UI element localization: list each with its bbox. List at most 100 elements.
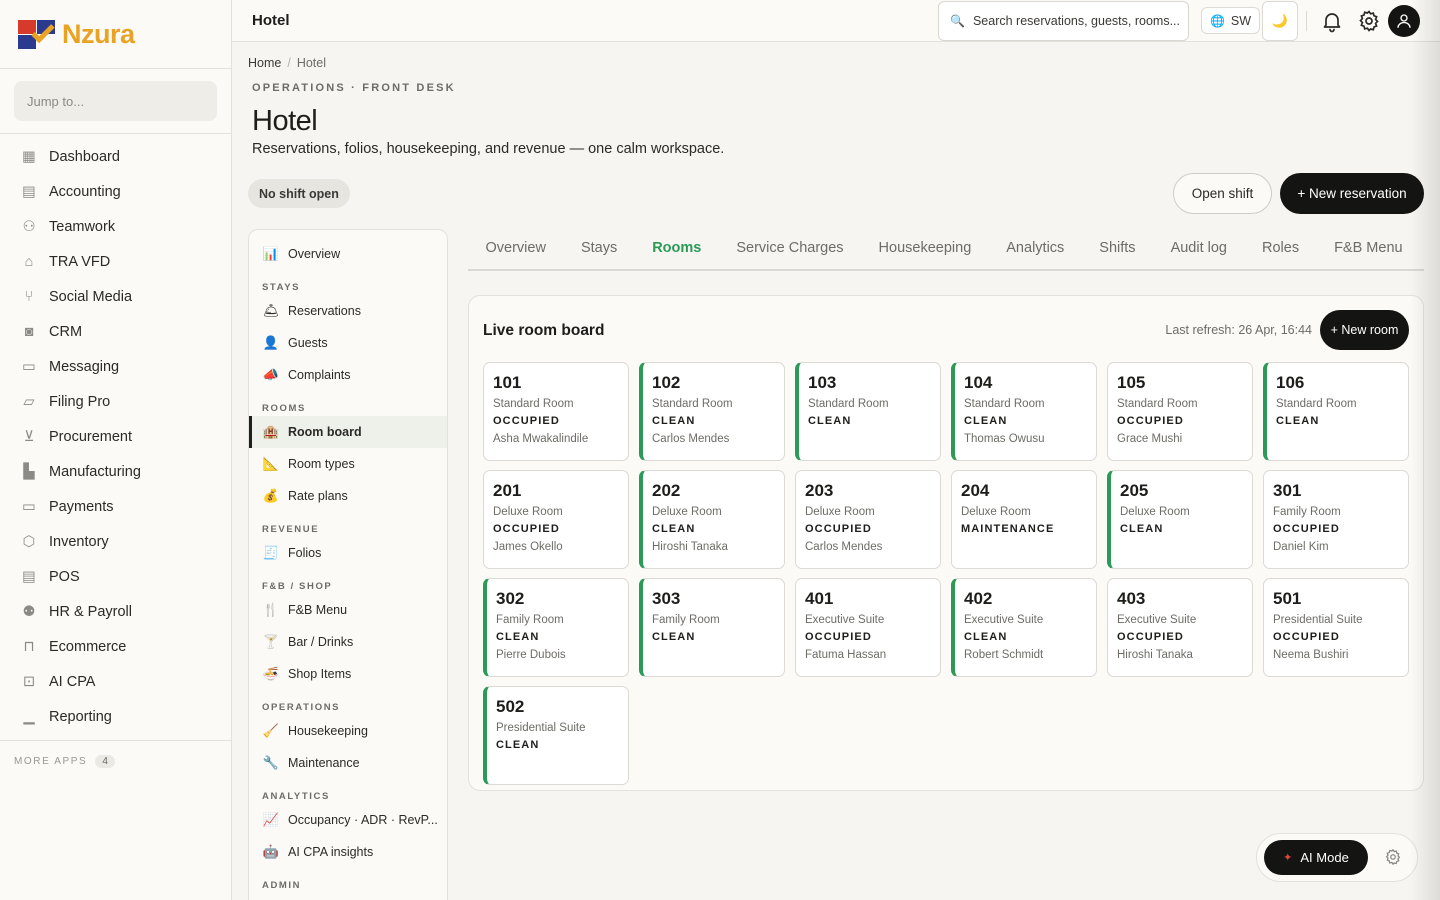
room-card[interactable]: 401 Executive Suite OCCUPIED Fatuma Hassan — [795, 578, 941, 677]
module-nav-label: Reservations — [288, 304, 361, 318]
sidebar-item-label: CRM — [49, 323, 83, 340]
module-nav-item-ai-cpa-insights[interactable]: 🤖 AI CPA insights — [249, 836, 447, 868]
tab-service-charges[interactable]: Service Charges — [719, 229, 861, 269]
room-number: 205 — [1120, 481, 1149, 500]
tab-audit-log[interactable]: Audit log — [1153, 229, 1244, 269]
tab-f-b-menu[interactable]: F&B Menu — [1317, 229, 1421, 269]
moon-icon: 🌙 — [1271, 13, 1289, 28]
sidebar-item-reporting[interactable]: ▁ Reporting — [0, 699, 231, 734]
room-card[interactable]: 106 Standard Room CLEAN — [1263, 362, 1409, 461]
breadcrumb: Home / Hotel — [248, 56, 326, 70]
room-status: OCCUPIED — [805, 631, 872, 643]
new-reservation-button[interactable]: + New reservation — [1280, 173, 1424, 214]
module-nav-item-rate-plans[interactable]: 💰 Rate plans — [249, 480, 447, 512]
tab-rooms[interactable]: Rooms — [635, 229, 719, 269]
bell-icon[interactable] — [1320, 9, 1344, 33]
settings-gear-icon[interactable] — [1357, 9, 1381, 33]
module-nav-item-room-types[interactable]: 📐 Room types — [249, 448, 447, 480]
room-number: 502 — [496, 697, 525, 716]
hotel-module-nav: 📊 Overview STAYS 🛎 Reservations 👤 Guests 📣 Compl… — [248, 229, 448, 900]
theme-toggle-button[interactable]: 🌙 — [1262, 1, 1298, 41]
jump-to-input[interactable]: Jump to... — [14, 81, 217, 121]
global-search-input[interactable]: 🔍 Search reservations, guests, rooms... — [938, 1, 1189, 41]
room-card[interactable]: 104 Standard Room CLEAN Thomas Owusu — [951, 362, 1097, 461]
module-nav-item-occupancy-adr-revp[interactable]: 📈 Occupancy · ADR · RevP... — [249, 804, 447, 836]
more-apps-toggle[interactable]: MORE APPS 4 — [0, 740, 232, 782]
receipt-icon: ▤ — [22, 568, 36, 585]
room-card[interactable]: 402 Executive Suite CLEAN Robert Schmidt — [951, 578, 1097, 677]
room-card[interactable]: 102 Standard Room CLEAN Carlos Mendes — [639, 362, 785, 461]
breadcrumb-current: Hotel — [296, 56, 327, 70]
sidebar-item-teamwork[interactable]: ⚇ Teamwork — [0, 209, 231, 244]
module-nav-item-room-board[interactable]: 🏨 Room board — [249, 416, 447, 448]
room-card[interactable]: 105 Standard Room OCCUPIED Grace Mushi — [1107, 362, 1253, 461]
tab-shifts[interactable]: Shifts — [1082, 229, 1153, 269]
room-card[interactable]: 202 Deluxe Room CLEAN Hiroshi Tanaka — [639, 470, 785, 569]
tab-overview[interactable]: Overview — [468, 229, 563, 269]
sidebar-item-accounting[interactable]: ▤ Accounting — [0, 174, 231, 209]
sidebar-item-ai-cpa[interactable]: ⊡ AI CPA — [0, 664, 231, 699]
sidebar-item-messaging[interactable]: ▭ Messaging — [0, 349, 231, 384]
module-nav-item-folios[interactable]: 🧾 Folios — [249, 537, 447, 569]
sidebar-item-ecommerce[interactable]: ⊓ Ecommerce — [0, 629, 231, 664]
sidebar-item-tra-vfd[interactable]: ⌂ TRA VFD — [0, 244, 231, 279]
topbar: Hotel 🔍 Search reservations, guests, roo… — [232, 0, 1440, 42]
tab-stays[interactable]: Stays — [563, 229, 634, 269]
tab-housekeeping[interactable]: Housekeeping — [861, 229, 989, 269]
room-card[interactable]: 302 Family Room CLEAN Pierre Dubois — [483, 578, 629, 677]
breadcrumb-home-link[interactable]: Home — [248, 56, 281, 70]
room-guest: Grace Mushi — [1117, 433, 1183, 445]
room-card[interactable]: 502 Presidential Suite CLEAN — [483, 686, 629, 785]
module-nav-item-f-b-menu[interactable]: 🍴 F&B Menu — [249, 594, 447, 626]
module-nav-item-shop-items[interactable]: 🍜 Shop Items — [249, 658, 447, 690]
room-card[interactable]: 101 Standard Room OCCUPIED Asha Mwakalindil… — [483, 362, 629, 461]
module-nav-item-complaints[interactable]: 📣 Complaints — [249, 359, 447, 391]
module-nav-item-maintenance[interactable]: 🔧 Maintenance — [249, 747, 447, 779]
sidebar-item-inventory[interactable]: ⬡ Inventory — [0, 524, 231, 559]
module-nav-item-overview[interactable]: 📊 Overview — [249, 238, 447, 270]
module-nav-item-housekeeping[interactable]: 🧹 Housekeeping — [249, 715, 447, 747]
room-card[interactable]: 301 Family Room OCCUPIED Daniel Kim — [1263, 470, 1409, 569]
sidebar-item-crm[interactable]: ◙ CRM — [0, 314, 231, 349]
user-avatar[interactable] — [1388, 5, 1420, 37]
sidebar-item-label: Manufacturing — [49, 463, 141, 480]
sidebar-item-pos[interactable]: ▤ POS — [0, 559, 231, 594]
tab-roles[interactable]: Roles — [1245, 229, 1317, 269]
search-placeholder: Search reservations, guests, rooms... — [972, 14, 1180, 28]
room-guest: Daniel Kim — [1273, 541, 1329, 553]
room-guest: Hiroshi Tanaka — [1117, 649, 1193, 661]
tab-analytics[interactable]: Analytics — [989, 229, 1082, 269]
sidebar-item-filing-pro[interactable]: ▱ Filing Pro — [0, 384, 231, 419]
sidebar-item-social-media[interactable]: ⑂ Social Media — [0, 279, 231, 314]
room-card[interactable]: 204 Deluxe Room MAINTENANCE — [951, 470, 1097, 569]
room-card[interactable]: 303 Family Room CLEAN — [639, 578, 785, 677]
open-shift-button[interactable]: Open shift — [1173, 173, 1272, 214]
brand-logo[interactable]: Nzura — [0, 0, 231, 69]
sidebar-item-procurement[interactable]: ⊻ Procurement — [0, 419, 231, 454]
room-type: Family Room — [652, 614, 720, 626]
room-card[interactable]: 201 Deluxe Room OCCUPIED James Okello — [483, 470, 629, 569]
sidebar-item-payments[interactable]: ▭ Payments — [0, 489, 231, 524]
room-card[interactable]: 403 Executive Suite OCCUPIED Hiroshi Tanaka — [1107, 578, 1253, 677]
module-nav-item-reservations[interactable]: 🛎 Reservations — [249, 295, 447, 327]
new-room-button[interactable]: + New room — [1320, 310, 1409, 350]
room-guest: Robert Schmidt — [964, 649, 1044, 661]
sidebar-item-dashboard[interactable]: ▦ Dashboard — [0, 139, 231, 174]
ruler-icon: 📐 — [262, 456, 280, 471]
sidebar-item-manufacturing[interactable]: ▙ Manufacturing — [0, 454, 231, 489]
ai-settings-gear-icon[interactable] — [1384, 848, 1404, 868]
room-status: CLEAN — [808, 415, 852, 427]
room-card[interactable]: 103 Standard Room CLEAN — [795, 362, 941, 461]
sidebar-item-hr-payroll[interactable]: ⚉ HR & Payroll — [0, 594, 231, 629]
room-type: Standard Room — [808, 398, 889, 410]
last-refresh-text: Last refresh: 26 Apr, 16:44 — [1165, 323, 1312, 337]
language-switcher[interactable]: 🌐 SW — [1201, 7, 1260, 34]
nav-group-stays: STAYS — [262, 282, 301, 293]
room-type: Executive Suite — [964, 614, 1044, 626]
room-card[interactable]: 501 Presidential Suite OCCUPIED Neema Bushi… — [1263, 578, 1409, 677]
room-card[interactable]: 203 Deluxe Room OCCUPIED Carlos Mendes — [795, 470, 941, 569]
module-nav-item-bar-drinks[interactable]: 🍸 Bar / Drinks — [249, 626, 447, 658]
ai-mode-button[interactable]: ✦ AI Mode — [1264, 840, 1368, 875]
module-nav-item-guests[interactable]: 👤 Guests — [249, 327, 447, 359]
room-card[interactable]: 205 Deluxe Room CLEAN — [1107, 470, 1253, 569]
